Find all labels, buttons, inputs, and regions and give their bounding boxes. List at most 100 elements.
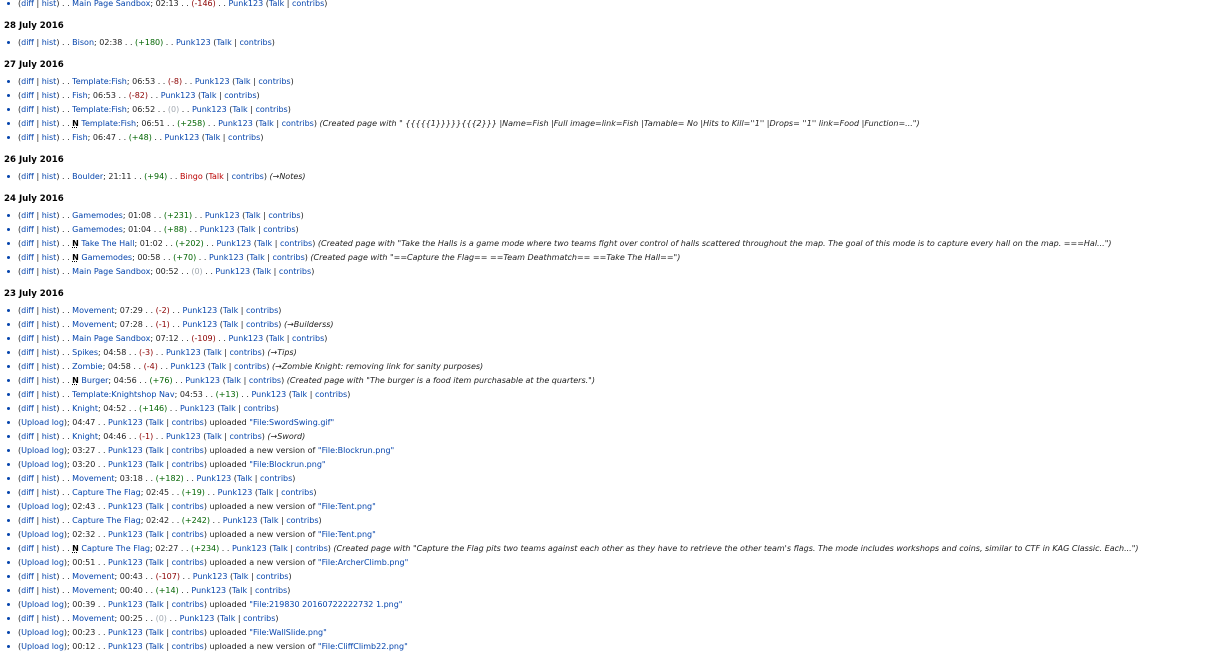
diff-link[interactable]: diff: [21, 362, 34, 371]
user-link[interactable]: Punk123: [209, 253, 244, 262]
user-talk-link[interactable]: Talk: [148, 530, 163, 539]
user-talk-link[interactable]: Talk: [256, 267, 271, 276]
diff-link[interactable]: diff: [21, 0, 34, 8]
user-talk-link[interactable]: Talk: [201, 91, 216, 100]
diff-link[interactable]: diff: [21, 38, 34, 47]
user-talk-link[interactable]: Talk: [206, 348, 221, 357]
file-link[interactable]: "File:Tent.png": [318, 530, 376, 539]
diff-link[interactable]: diff: [21, 404, 34, 413]
page-link[interactable]: Template:Fish: [72, 105, 127, 114]
user-talk-link[interactable]: Talk: [148, 460, 163, 469]
user-talk-link[interactable]: Talk: [272, 544, 287, 553]
hist-link[interactable]: hist: [42, 362, 57, 371]
file-link[interactable]: "File:Blockrun.png": [249, 460, 325, 469]
page-link[interactable]: Movement: [72, 306, 114, 315]
user-talk-link[interactable]: Talk: [220, 614, 235, 623]
page-link[interactable]: Knight: [72, 432, 98, 441]
page-link[interactable]: Burger: [81, 376, 108, 385]
user-talk-link[interactable]: Talk: [216, 38, 231, 47]
diff-link[interactable]: diff: [21, 572, 34, 581]
user-link[interactable]: Punk123: [165, 133, 200, 142]
user-link[interactable]: Punk123: [205, 211, 240, 220]
upload-log-link[interactable]: Upload log: [21, 558, 64, 567]
diff-link[interactable]: diff: [21, 376, 34, 385]
user-talk-link[interactable]: Talk: [148, 418, 163, 427]
user-link[interactable]: Punk123: [108, 642, 143, 651]
user-contribs-link[interactable]: contribs: [295, 544, 327, 553]
user-contribs-link[interactable]: contribs: [255, 105, 287, 114]
page-link[interactable]: Template:Fish: [72, 77, 127, 86]
user-contribs-link[interactable]: contribs: [172, 600, 204, 609]
user-link[interactable]: Punk123: [251, 390, 286, 399]
user-talk-link[interactable]: Talk: [148, 558, 163, 567]
diff-link[interactable]: diff: [21, 348, 34, 357]
user-talk-link[interactable]: Talk: [257, 239, 272, 248]
hist-link[interactable]: hist: [42, 77, 57, 86]
diff-link[interactable]: diff: [21, 586, 34, 595]
page-link[interactable]: Movement: [72, 572, 114, 581]
user-contribs-link[interactable]: contribs: [281, 488, 313, 497]
diff-link[interactable]: diff: [21, 133, 34, 142]
hist-link[interactable]: hist: [42, 239, 57, 248]
user-contribs-link[interactable]: contribs: [256, 572, 288, 581]
user-talk-link[interactable]: Talk: [148, 628, 163, 637]
user-contribs-link[interactable]: contribs: [243, 614, 275, 623]
diff-link[interactable]: diff: [21, 334, 34, 343]
hist-link[interactable]: hist: [42, 474, 57, 483]
user-talk-link[interactable]: Talk: [245, 211, 260, 220]
hist-link[interactable]: hist: [42, 348, 57, 357]
page-link[interactable]: Boulder: [72, 172, 103, 181]
upload-log-link[interactable]: Upload log: [21, 628, 64, 637]
user-contribs-link[interactable]: contribs: [172, 558, 204, 567]
hist-link[interactable]: hist: [42, 320, 57, 329]
user-talk-link[interactable]: Talk: [148, 600, 163, 609]
user-link[interactable]: Punk123: [183, 320, 218, 329]
user-link[interactable]: Punk123: [180, 404, 215, 413]
user-link[interactable]: Punk123: [108, 530, 143, 539]
page-link[interactable]: Fish: [72, 91, 87, 100]
user-link[interactable]: Punk123: [197, 474, 232, 483]
upload-log-link[interactable]: Upload log: [21, 502, 64, 511]
user-link[interactable]: Punk123: [193, 572, 228, 581]
hist-link[interactable]: hist: [42, 225, 57, 234]
file-link[interactable]: "File:WallSlide.png": [249, 628, 326, 637]
user-link[interactable]: Punk123: [108, 446, 143, 455]
user-link[interactable]: Punk123: [191, 586, 226, 595]
page-link[interactable]: Knight: [72, 404, 98, 413]
user-talk-link[interactable]: Talk: [148, 446, 163, 455]
user-contribs-link[interactable]: contribs: [172, 530, 204, 539]
page-link[interactable]: Movement: [72, 614, 114, 623]
user-contribs-link[interactable]: contribs: [228, 133, 260, 142]
file-link[interactable]: "File:CliffClimb22.png": [318, 642, 408, 651]
upload-log-link[interactable]: Upload log: [21, 530, 64, 539]
page-link[interactable]: Capture The Flag: [72, 488, 141, 497]
page-link[interactable]: Movement: [72, 586, 114, 595]
user-contribs-link[interactable]: contribs: [280, 239, 312, 248]
user-talk-link[interactable]: Talk: [269, 0, 284, 8]
user-contribs-link[interactable]: contribs: [229, 348, 261, 357]
user-talk-link[interactable]: Talk: [240, 225, 255, 234]
hist-link[interactable]: hist: [42, 390, 57, 399]
diff-link[interactable]: diff: [21, 172, 34, 181]
user-contribs-link[interactable]: contribs: [282, 119, 314, 128]
user-contribs-link[interactable]: contribs: [286, 516, 318, 525]
hist-link[interactable]: hist: [42, 404, 57, 413]
user-link[interactable]: Punk123: [192, 105, 227, 114]
hist-link[interactable]: hist: [42, 334, 57, 343]
page-link[interactable]: Capture The Flag: [81, 544, 150, 553]
hist-link[interactable]: hist: [42, 516, 57, 525]
user-talk-link[interactable]: Talk: [148, 502, 163, 511]
user-link[interactable]: Punk123: [185, 376, 220, 385]
user-contribs-link[interactable]: contribs: [246, 306, 278, 315]
hist-link[interactable]: hist: [42, 0, 57, 8]
diff-link[interactable]: diff: [21, 119, 34, 128]
user-contribs-link[interactable]: contribs: [172, 502, 204, 511]
user-contribs-link[interactable]: contribs: [172, 446, 204, 455]
page-link[interactable]: Spikes: [72, 348, 98, 357]
user-talk-link[interactable]: Talk: [220, 404, 235, 413]
hist-link[interactable]: hist: [42, 544, 57, 553]
user-contribs-link[interactable]: contribs: [292, 334, 324, 343]
upload-log-link[interactable]: Upload log: [21, 600, 64, 609]
user-link[interactable]: Punk123: [108, 558, 143, 567]
user-contribs-link[interactable]: contribs: [234, 362, 266, 371]
